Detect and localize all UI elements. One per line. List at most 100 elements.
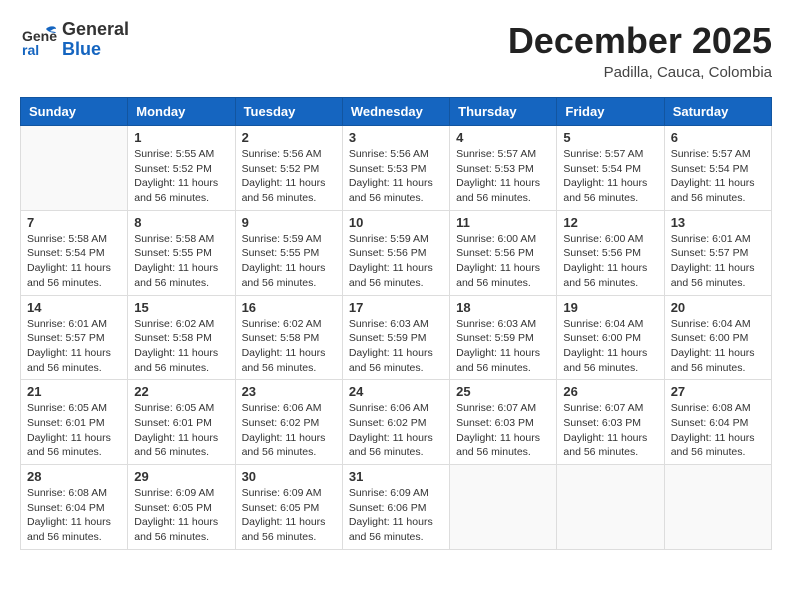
- calendar-cell: 18 Sunrise: 6:03 AM Sunset: 5:59 PM Dayli…: [450, 295, 557, 380]
- calendar-cell: [664, 465, 771, 550]
- calendar-cell: 29Sunrise: 6:09 AM Sunset: 6:05 PM Dayli…: [128, 465, 235, 550]
- calendar-cell: 31 Sunrise: 6:09 AM Sunset: 6:06 PM Dayli…: [342, 465, 449, 550]
- logo-icon: Gene ral: [20, 21, 58, 59]
- calendar-body: 1 Sunrise: 5:55 AM Sunset: 5:52 PM Daylig…: [21, 126, 772, 550]
- day-info: Sunrise: 6:05 AM Sunset: 6:01 PM Dayligh…: [27, 401, 121, 460]
- calendar-cell: 22 Sunrise: 6:05 AM Sunset: 6:01 PM Dayli…: [128, 380, 235, 465]
- day-number: 8: [134, 215, 228, 230]
- day-number: 1: [134, 130, 228, 145]
- calendar-cell: 19Sunrise: 6:04 AM Sunset: 6:00 PM Dayli…: [557, 295, 664, 380]
- day-info: Sunrise: 6:09 AM Sunset: 6:05 PM Dayligh…: [134, 486, 228, 545]
- title-block: December 2025 Padilla, Cauca, Colombia: [508, 20, 772, 81]
- calendar-cell: 30 Sunrise: 6:09 AM Sunset: 6:05 PM Dayli…: [235, 465, 342, 550]
- calendar-cell: 12 Sunrise: 6:00 AM Sunset: 5:56 PM Dayli…: [557, 210, 664, 295]
- calendar-header: SundayMondayTuesdayWednesdayThursdayFrid…: [21, 98, 772, 126]
- day-info: Sunrise: 6:06 AM Sunset: 6:02 PM Dayligh…: [242, 401, 336, 460]
- day-number: 23: [242, 384, 336, 399]
- day-info: Sunrise: 6:03 AM Sunset: 5:59 PM Dayligh…: [349, 317, 443, 376]
- day-info: Sunrise: 5:56 AM Sunset: 5:53 PM Dayligh…: [349, 147, 443, 206]
- logo-blue-text: Blue: [62, 40, 129, 60]
- day-number: 26: [563, 384, 657, 399]
- svg-text:ral: ral: [22, 42, 39, 58]
- day-info: Sunrise: 6:00 AM Sunset: 5:56 PM Dayligh…: [563, 232, 657, 291]
- calendar-cell: 2 Sunrise: 5:56 AM Sunset: 5:52 PM Daylig…: [235, 126, 342, 211]
- day-info: Sunrise: 5:57 AM Sunset: 5:53 PM Dayligh…: [456, 147, 550, 206]
- calendar-table: SundayMondayTuesdayWednesdayThursdayFrid…: [20, 97, 772, 550]
- day-info: Sunrise: 6:08 AM Sunset: 6:04 PM Dayligh…: [27, 486, 121, 545]
- calendar-cell: 20Sunrise: 6:04 AM Sunset: 6:00 PM Dayli…: [664, 295, 771, 380]
- day-info: Sunrise: 6:03 AM Sunset: 5:59 PM Dayligh…: [456, 317, 550, 376]
- day-number: 2: [242, 130, 336, 145]
- header-cell-sunday: Sunday: [21, 98, 128, 126]
- day-number: 5: [563, 130, 657, 145]
- day-info: Sunrise: 6:07 AM Sunset: 6:03 PM Dayligh…: [563, 401, 657, 460]
- day-number: 18: [456, 300, 550, 315]
- header-cell-saturday: Saturday: [664, 98, 771, 126]
- day-info: Sunrise: 6:06 AM Sunset: 6:02 PM Dayligh…: [349, 401, 443, 460]
- day-info: Sunrise: 5:59 AM Sunset: 5:55 PM Dayligh…: [242, 232, 336, 291]
- day-number: 16: [242, 300, 336, 315]
- day-info: Sunrise: 6:09 AM Sunset: 6:05 PM Dayligh…: [242, 486, 336, 545]
- calendar-cell: 17 Sunrise: 6:03 AM Sunset: 5:59 PM Dayli…: [342, 295, 449, 380]
- week-row-4: 28Sunrise: 6:08 AM Sunset: 6:04 PM Dayli…: [21, 465, 772, 550]
- calendar-cell: 6Sunrise: 5:57 AM Sunset: 5:54 PM Daylig…: [664, 126, 771, 211]
- day-number: 25: [456, 384, 550, 399]
- calendar-cell: 11 Sunrise: 6:00 AM Sunset: 5:56 PM Dayli…: [450, 210, 557, 295]
- day-number: 27: [671, 384, 765, 399]
- day-info: Sunrise: 6:01 AM Sunset: 5:57 PM Dayligh…: [671, 232, 765, 291]
- location-subtitle: Padilla, Cauca, Colombia: [508, 64, 772, 81]
- day-number: 30: [242, 469, 336, 484]
- day-number: 11: [456, 215, 550, 230]
- calendar-cell: 1 Sunrise: 5:55 AM Sunset: 5:52 PM Daylig…: [128, 126, 235, 211]
- day-info: Sunrise: 5:57 AM Sunset: 5:54 PM Dayligh…: [671, 147, 765, 206]
- day-number: 31: [349, 469, 443, 484]
- day-info: Sunrise: 6:09 AM Sunset: 6:06 PM Dayligh…: [349, 486, 443, 545]
- month-year-title: December 2025: [508, 20, 772, 62]
- calendar-cell: [557, 465, 664, 550]
- day-number: 10: [349, 215, 443, 230]
- day-info: Sunrise: 5:56 AM Sunset: 5:52 PM Dayligh…: [242, 147, 336, 206]
- day-info: Sunrise: 6:04 AM Sunset: 6:00 PM Dayligh…: [671, 317, 765, 376]
- week-row-3: 21 Sunrise: 6:05 AM Sunset: 6:01 PM Dayli…: [21, 380, 772, 465]
- day-info: Sunrise: 5:55 AM Sunset: 5:52 PM Dayligh…: [134, 147, 228, 206]
- header-cell-wednesday: Wednesday: [342, 98, 449, 126]
- calendar-cell: 13 Sunrise: 6:01 AM Sunset: 5:57 PM Dayli…: [664, 210, 771, 295]
- day-number: 14: [27, 300, 121, 315]
- calendar-cell: 10 Sunrise: 5:59 AM Sunset: 5:56 PM Dayli…: [342, 210, 449, 295]
- calendar-cell: 21 Sunrise: 6:05 AM Sunset: 6:01 PM Dayli…: [21, 380, 128, 465]
- day-number: 22: [134, 384, 228, 399]
- day-number: 9: [242, 215, 336, 230]
- day-number: 3: [349, 130, 443, 145]
- day-info: Sunrise: 6:02 AM Sunset: 5:58 PM Dayligh…: [242, 317, 336, 376]
- day-number: 17: [349, 300, 443, 315]
- header-cell-friday: Friday: [557, 98, 664, 126]
- logo-label: General Blue: [62, 20, 129, 60]
- week-row-1: 7Sunrise: 5:58 AM Sunset: 5:54 PM Daylig…: [21, 210, 772, 295]
- day-number: 15: [134, 300, 228, 315]
- calendar-cell: 25 Sunrise: 6:07 AM Sunset: 6:03 PM Dayli…: [450, 380, 557, 465]
- day-info: Sunrise: 6:08 AM Sunset: 6:04 PM Dayligh…: [671, 401, 765, 460]
- calendar-cell: 28Sunrise: 6:08 AM Sunset: 6:04 PM Dayli…: [21, 465, 128, 550]
- week-row-0: 1 Sunrise: 5:55 AM Sunset: 5:52 PM Daylig…: [21, 126, 772, 211]
- day-info: Sunrise: 6:00 AM Sunset: 5:56 PM Dayligh…: [456, 232, 550, 291]
- calendar-cell: 5 Sunrise: 5:57 AM Sunset: 5:54 PM Daylig…: [557, 126, 664, 211]
- header-cell-thursday: Thursday: [450, 98, 557, 126]
- day-number: 21: [27, 384, 121, 399]
- day-number: 13: [671, 215, 765, 230]
- calendar-cell: 24 Sunrise: 6:06 AM Sunset: 6:02 PM Dayli…: [342, 380, 449, 465]
- header-cell-tuesday: Tuesday: [235, 98, 342, 126]
- calendar-cell: 27 Sunrise: 6:08 AM Sunset: 6:04 PM Dayli…: [664, 380, 771, 465]
- day-info: Sunrise: 6:07 AM Sunset: 6:03 PM Dayligh…: [456, 401, 550, 460]
- day-number: 7: [27, 215, 121, 230]
- day-number: 12: [563, 215, 657, 230]
- page-header: Gene ral General Blue December 2025 Padi…: [20, 20, 772, 81]
- day-number: 19: [563, 300, 657, 315]
- day-info: Sunrise: 6:01 AM Sunset: 5:57 PM Dayligh…: [27, 317, 121, 376]
- day-number: 24: [349, 384, 443, 399]
- calendar-cell: 15Sunrise: 6:02 AM Sunset: 5:58 PM Dayli…: [128, 295, 235, 380]
- day-info: Sunrise: 5:57 AM Sunset: 5:54 PM Dayligh…: [563, 147, 657, 206]
- calendar-cell: [21, 126, 128, 211]
- day-info: Sunrise: 5:59 AM Sunset: 5:56 PM Dayligh…: [349, 232, 443, 291]
- logo: Gene ral General Blue: [20, 20, 129, 60]
- day-info: Sunrise: 6:05 AM Sunset: 6:01 PM Dayligh…: [134, 401, 228, 460]
